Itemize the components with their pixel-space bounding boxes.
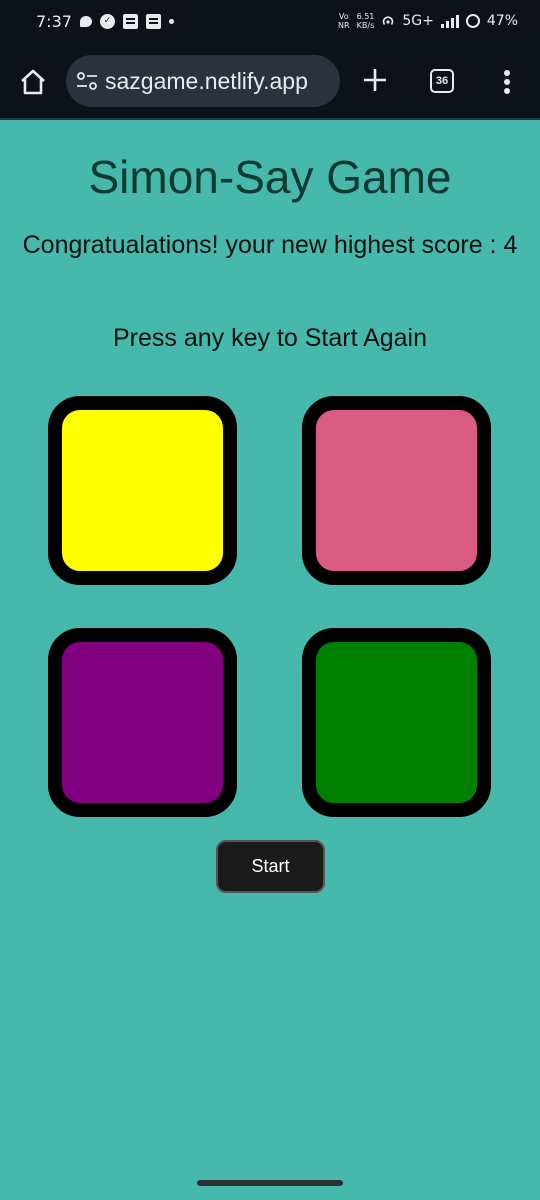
plus-icon xyxy=(364,69,386,91)
browser-toolbar: sazgame.netlify.app 36 xyxy=(0,42,540,120)
site-settings-icon[interactable] xyxy=(76,71,98,91)
gesture-home-indicator[interactable] xyxy=(197,1180,343,1186)
new-tab-button[interactable] xyxy=(361,66,389,94)
data-speed-indicator: 6.51 KB/s xyxy=(357,12,375,30)
document-notification-icon xyxy=(145,13,161,29)
yellow-game-button[interactable] xyxy=(48,396,237,585)
speed-value: 6.51 xyxy=(356,12,375,21)
battery-icon xyxy=(465,14,480,28)
status-right: Vo NR 6.51 KB/s 5G+ 47% xyxy=(338,12,518,30)
menu-dot-icon xyxy=(504,70,510,76)
tab-switcher-button[interactable]: 36 xyxy=(430,69,454,93)
network-top-label: Vo xyxy=(338,12,349,21)
purple-game-button[interactable] xyxy=(48,628,237,817)
home-button[interactable] xyxy=(18,68,48,96)
address-bar[interactable]: sazgame.netlify.app xyxy=(66,55,340,107)
status-bar: 7:37 ✓ Vo NR 6.51 KB/s 5G+ 47% xyxy=(0,0,540,42)
more-options-button[interactable] xyxy=(500,68,514,96)
green-game-button[interactable] xyxy=(302,628,491,817)
battery-percentage: 47% xyxy=(486,13,518,29)
score-message: Congratualations! your new highest score… xyxy=(22,231,518,259)
hotspot-icon xyxy=(381,14,395,28)
chat-notification-icon xyxy=(79,15,92,27)
more-notifications-dot-icon xyxy=(168,18,174,24)
restart-prompt: Press any key to Start Again xyxy=(112,324,428,352)
home-icon xyxy=(21,69,45,95)
menu-dot-icon xyxy=(504,88,510,94)
app-notification-icon: ✓ xyxy=(99,13,115,29)
network-type-indicator: Vo NR xyxy=(338,12,350,30)
menu-dot-icon xyxy=(504,79,510,85)
network-bottom-label: NR xyxy=(338,21,350,30)
url-text[interactable]: sazgame.netlify.app xyxy=(105,68,308,95)
status-left: 7:37 ✓ xyxy=(36,12,174,31)
speed-unit: KB/s xyxy=(356,21,375,30)
clock: 7:37 xyxy=(36,11,72,31)
news-notification-icon xyxy=(122,13,138,29)
signal-strength-icon xyxy=(440,14,459,28)
start-button[interactable]: Start xyxy=(216,840,325,893)
signal-type-label: 5G+ xyxy=(402,13,434,29)
red-game-button[interactable] xyxy=(302,396,491,585)
page-title: Simon-Say Game xyxy=(88,151,452,203)
